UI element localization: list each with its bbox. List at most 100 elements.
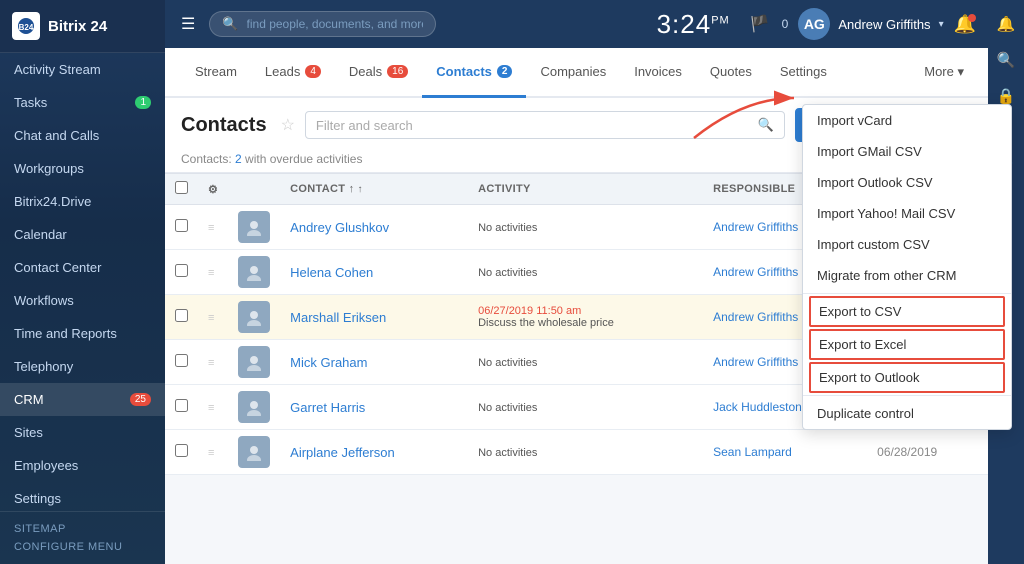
contact-name-link[interactable]: Garret Harris [290, 400, 365, 415]
avatar: AG [798, 8, 830, 40]
sidebar-item-workgroups[interactable]: Workgroups [0, 152, 165, 185]
row-name-cell: Marshall Eriksen [280, 295, 468, 340]
search-input[interactable] [247, 17, 423, 31]
sidebar-menu: Activity Stream Tasks 1 Chat and Calls W… [0, 53, 165, 511]
chevron-down-icon: ▾ [939, 19, 944, 30]
contact-name-link[interactable]: Mick Graham [290, 355, 367, 370]
tab-deals[interactable]: Deals 16 [335, 48, 422, 98]
topbar-icons: 🏴 0 [750, 14, 789, 34]
import-yahoo-mail-csv-item[interactable]: Import Yahoo! Mail CSV [803, 198, 1011, 229]
sidebar-item-label: Activity Stream [14, 62, 101, 77]
export-excel-item[interactable]: Export to Excel [809, 329, 1005, 360]
import-export-dropdown: Import vCard Import GMail CSV Import Out… [802, 104, 1012, 430]
flag-icon[interactable]: 🏴 [750, 14, 770, 34]
migrate-crm-item[interactable]: Migrate from other CRM [803, 260, 1011, 291]
sidebar-item-activity-stream[interactable]: Activity Stream [0, 53, 165, 86]
row-checkbox-cell [165, 205, 198, 250]
tab-more[interactable]: More ▾ [916, 48, 972, 96]
topbar-search[interactable]: 🔍 [209, 11, 436, 37]
responsible-link[interactable]: Jack Huddleston [713, 400, 802, 414]
select-all-checkbox[interactable] [175, 181, 188, 194]
drag-handle-icon: ≡ [208, 267, 214, 279]
search-right-icon[interactable]: 🔍 [990, 44, 1022, 76]
sidebar-item-tasks[interactable]: Tasks 1 [0, 86, 165, 119]
th-contact[interactable]: CONTACT ↑ [280, 174, 468, 205]
import-gmail-csv-item[interactable]: Import GMail CSV [803, 136, 1011, 167]
responsible-link[interactable]: Andrew Griffiths [713, 310, 798, 324]
sidebar-logo[interactable]: B24 Bitrix 24 [0, 0, 165, 53]
sidebar-item-label: Bitrix24.Drive [14, 194, 91, 209]
sidebar-item-bitrix-drive[interactable]: Bitrix24.Drive [0, 185, 165, 218]
sidebar-item-settings[interactable]: Settings [0, 482, 165, 511]
activity-text: Discuss the wholesale price [478, 317, 693, 329]
contact-avatar [238, 346, 270, 378]
row-checkbox[interactable] [175, 309, 188, 322]
row-activity-cell: No activities [468, 250, 703, 295]
leads-badge: 4 [305, 65, 321, 78]
activity-date: 06/27/2019 11:50 am [478, 305, 693, 317]
contact-name-link[interactable]: Andrey Glushkov [290, 220, 389, 235]
notification-icon[interactable]: 🔔 [954, 14, 976, 35]
row-checkbox-cell [165, 250, 198, 295]
tab-settings[interactable]: Settings [766, 48, 841, 98]
import-custom-csv-item[interactable]: Import custom CSV [803, 229, 1011, 260]
th-gear: ⚙ [198, 174, 228, 205]
row-name-cell: Airplane Jefferson [280, 430, 468, 475]
notification-right-icon[interactable]: 🔔 [990, 8, 1022, 40]
notification-dot [968, 14, 976, 22]
contacts-search-input[interactable] [316, 118, 752, 133]
th-activity: ACTIVITY [468, 174, 703, 205]
row-drag-cell: ≡ [198, 340, 228, 385]
sidebar-item-time-reports[interactable]: Time and Reports [0, 317, 165, 350]
contact-name-link[interactable]: Helena Cohen [290, 265, 373, 280]
logo-text: Bitrix 24 [48, 18, 107, 35]
tab-quotes[interactable]: Quotes [696, 48, 766, 98]
contacts-search-bar[interactable]: 🔍 [305, 111, 785, 139]
sidebar-item-calendar[interactable]: Calendar [0, 218, 165, 251]
row-checkbox-cell [165, 295, 198, 340]
row-checkbox-cell [165, 385, 198, 430]
responsible-link[interactable]: Andrew Griffiths [713, 265, 798, 279]
row-avatar-cell [228, 430, 280, 475]
import-vcard-item[interactable]: Import vCard [803, 105, 1011, 136]
tab-invoices[interactable]: Invoices [620, 48, 696, 98]
row-checkbox[interactable] [175, 354, 188, 367]
contact-name-link[interactable]: Marshall Eriksen [290, 310, 386, 325]
duplicate-control-item[interactable]: Duplicate control [803, 398, 1011, 429]
sidebar-item-label: Sites [14, 425, 43, 440]
export-outlook-item[interactable]: Export to Outlook [809, 362, 1005, 393]
sidebar-item-crm[interactable]: CRM 25 [0, 383, 165, 416]
row-drag-cell: ≡ [198, 430, 228, 475]
responsible-link[interactable]: Andrew Griffiths [713, 220, 798, 234]
responsible-link[interactable]: Andrew Griffiths [713, 355, 798, 369]
sidebar-item-sites[interactable]: Sites [0, 416, 165, 449]
sidebar-item-telephony[interactable]: Telephony [0, 350, 165, 383]
sidebar-item-chat-calls[interactable]: Chat and Calls [0, 119, 165, 152]
dropdown-divider-2 [803, 395, 1011, 396]
sidebar-item-workflows[interactable]: Workflows [0, 284, 165, 317]
responsible-link[interactable]: Sean Lampard [713, 445, 792, 459]
sidebar-item-label: Workgroups [14, 161, 84, 176]
contact-name-link[interactable]: Airplane Jefferson [290, 445, 395, 460]
favorite-star-icon[interactable]: ☆ [281, 115, 295, 135]
sidebar-item-employees[interactable]: Employees [0, 449, 165, 482]
th-checkbox [165, 174, 198, 205]
hamburger-icon[interactable]: ☰ [177, 10, 199, 38]
sidebar-item-contact-center[interactable]: Contact Center [0, 251, 165, 284]
row-checkbox[interactable] [175, 264, 188, 277]
import-outlook-csv-item[interactable]: Import Outlook CSV [803, 167, 1011, 198]
tab-companies[interactable]: Companies [526, 48, 620, 98]
tab-leads[interactable]: Leads 4 [251, 48, 335, 98]
topbar-user[interactable]: AG Andrew Griffiths ▾ [798, 8, 943, 40]
sitemap-link[interactable]: SITEMAP [14, 520, 151, 538]
drag-handle-icon: ≡ [208, 402, 214, 414]
logo-icon: B24 [12, 12, 40, 40]
row-checkbox[interactable] [175, 219, 188, 232]
row-checkbox[interactable] [175, 399, 188, 412]
row-checkbox[interactable] [175, 444, 188, 457]
configure-menu-link[interactable]: CONFIGURE MENU [14, 538, 151, 556]
export-csv-item[interactable]: Export to CSV [809, 296, 1005, 327]
tab-stream[interactable]: Stream [181, 48, 251, 98]
svg-text:B24: B24 [19, 23, 34, 32]
tab-contacts[interactable]: Contacts 2 [422, 48, 526, 98]
